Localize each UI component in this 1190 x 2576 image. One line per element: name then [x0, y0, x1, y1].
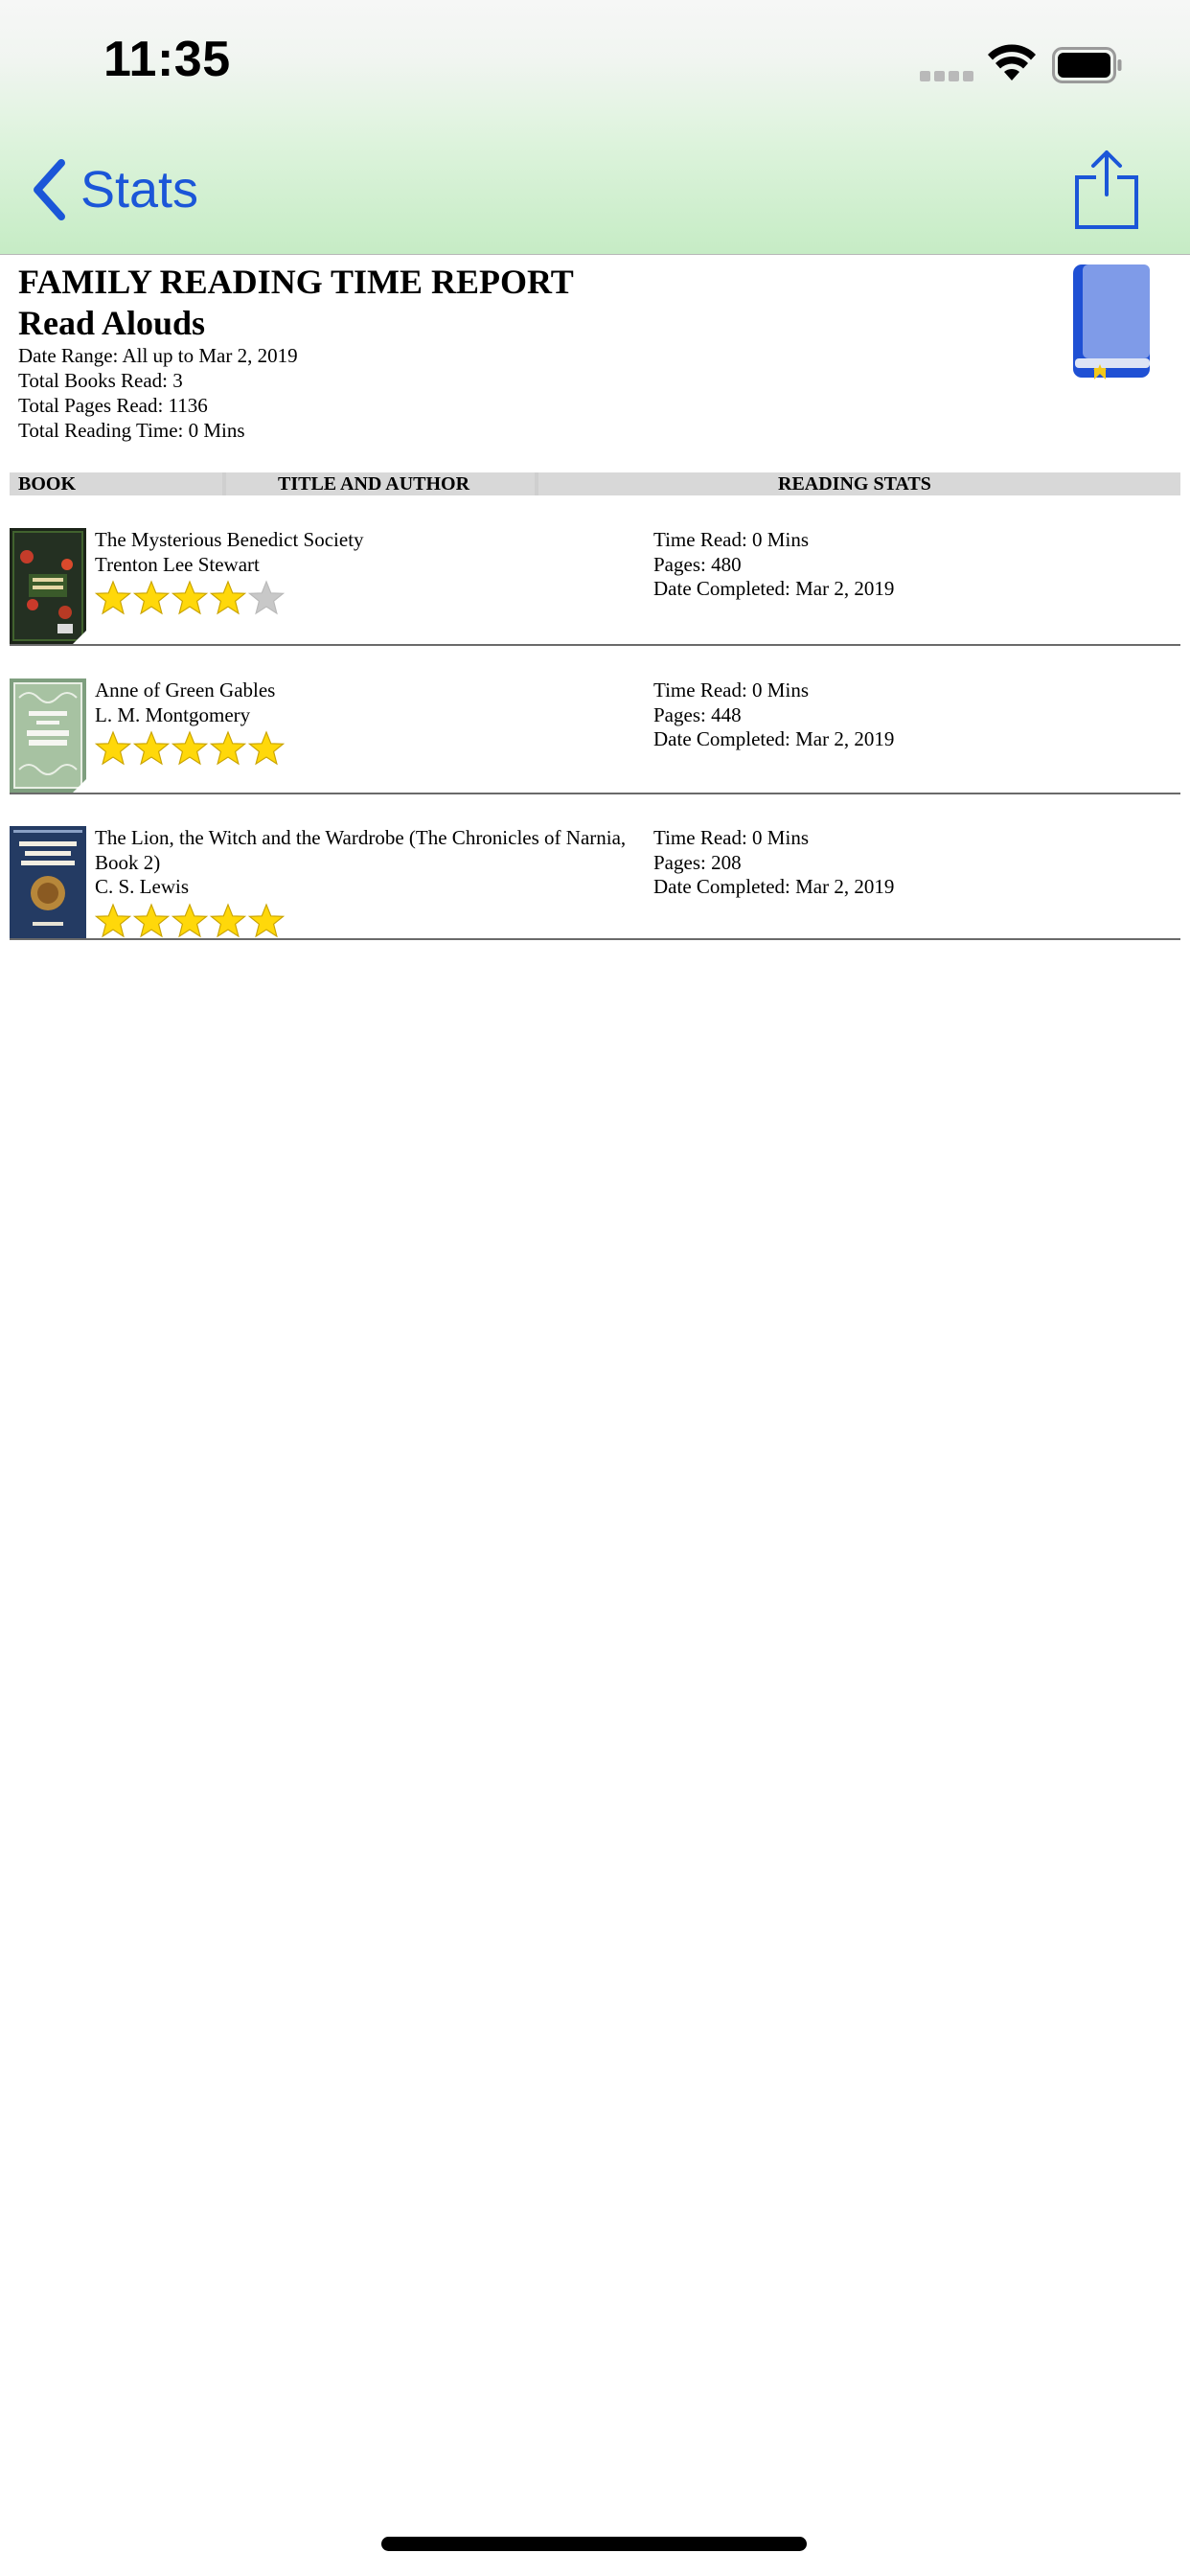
star-filled-icon — [172, 730, 208, 766]
date-completed: Date Completed: Mar 2, 2019 — [653, 727, 895, 750]
column-header-book: BOOK — [18, 473, 77, 494]
book-author: L. M. Montgomery — [95, 702, 251, 726]
table-row: Anne of Green Gables L. M. Montgomery Ti… — [10, 678, 1180, 794]
book-title: The Mysterious Benedict Society — [95, 528, 364, 551]
star-rating — [95, 730, 660, 767]
date-range: Date Range: All up to Mar 2, 2019 — [18, 344, 298, 367]
table-row: The Mysterious Benedict Society Trenton … — [10, 528, 1180, 646]
pages-read: Pages: 208 — [653, 850, 742, 874]
date-completed: Date Completed: Mar 2, 2019 — [653, 875, 895, 898]
report-header: FAMILY READING TIME REPORT Read Alouds D… — [18, 261, 1053, 443]
back-button-label: Stats — [80, 161, 199, 218]
time-read: Time Read: 0 Mins — [653, 826, 809, 849]
star-filled-icon — [133, 902, 170, 937]
share-icon[interactable] — [1073, 149, 1140, 231]
pages-read: Pages: 448 — [653, 702, 742, 726]
total-books: Total Books Read: 3 — [18, 369, 183, 392]
pages-read: Pages: 480 — [653, 552, 742, 576]
star-filled-icon — [133, 580, 170, 615]
time-read: Time Read: 0 Mins — [653, 528, 809, 551]
star-filled-icon — [172, 902, 208, 937]
time-read: Time Read: 0 Mins — [653, 678, 809, 702]
table-row: The Lion, the Witch and the Wardrobe (Th… — [10, 826, 1180, 940]
column-header-title-author: TITLE AND AUTHOR — [278, 473, 470, 494]
star-filled-icon — [248, 902, 285, 937]
star-filled-icon — [210, 730, 246, 766]
star-filled-icon — [248, 730, 285, 766]
book-author: Trenton Lee Stewart — [95, 552, 260, 576]
book-title: Anne of Green Gables — [95, 678, 276, 702]
book-title: The Lion, the Witch and the Wardrobe (Th… — [95, 826, 627, 874]
total-pages: Total Pages Read: 1136 — [18, 394, 208, 417]
book-author: C. S. Lewis — [95, 875, 190, 898]
column-header-reading-stats: READING STATS — [778, 473, 931, 494]
star-filled-icon — [95, 902, 131, 937]
battery-icon — [1052, 47, 1122, 83]
star-filled-icon — [133, 730, 170, 766]
date-completed: Date Completed: Mar 2, 2019 — [653, 577, 895, 600]
total-time: Total Reading Time: 0 Mins — [18, 419, 245, 442]
home-indicator[interactable] — [381, 2537, 807, 2551]
report-title: FAMILY READING TIME REPORT — [18, 263, 574, 301]
book-cover-image — [10, 826, 86, 938]
star-rating — [95, 580, 660, 616]
report-subtitle: Read Alouds — [18, 304, 206, 342]
star-filled-icon — [95, 730, 131, 766]
star-filled-icon — [210, 902, 246, 937]
star-rating — [95, 902, 660, 939]
book-cover-image — [10, 678, 86, 793]
star-empty-icon — [248, 580, 285, 615]
back-button[interactable]: Stats — [31, 153, 198, 226]
star-filled-icon — [210, 580, 246, 615]
status-time: 11:35 — [103, 32, 231, 87]
star-filled-icon — [95, 580, 131, 615]
chevron-left-icon — [34, 159, 65, 220]
star-filled-icon — [172, 580, 208, 615]
wifi-icon — [988, 44, 1036, 80]
cellular-signal-icon — [920, 71, 973, 82]
book-cover-image — [10, 528, 86, 644]
book-logo-icon — [1073, 264, 1150, 380]
navigation-bar: 11:35 Stats — [0, 0, 1190, 255]
table-header: BOOK TITLE AND AUTHOR READING STATS — [10, 472, 1180, 495]
